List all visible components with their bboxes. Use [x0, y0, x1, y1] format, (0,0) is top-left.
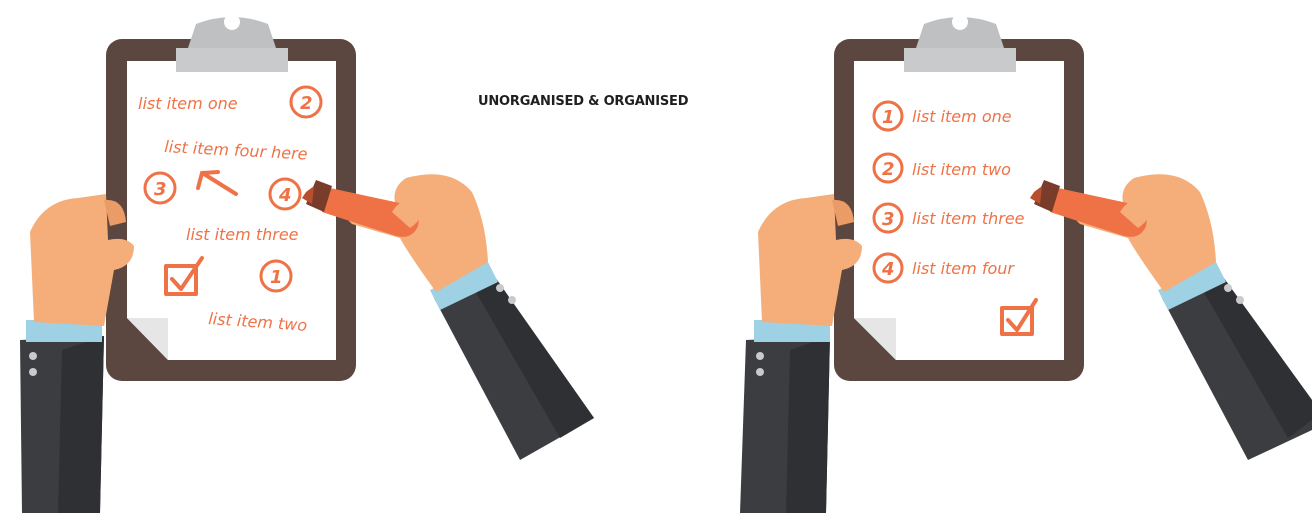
- svg-text:1: 1: [270, 267, 283, 288]
- clip-hole: [224, 14, 240, 30]
- org-item-label: list item three: [912, 209, 1025, 228]
- illustration: list item one list item four here list i…: [20, 14, 1312, 513]
- svg-text:4: 4: [278, 185, 292, 206]
- clip-base: [904, 48, 1016, 72]
- org-item-label: list item one: [912, 107, 1012, 126]
- clip-base: [176, 48, 288, 72]
- unorg-item-three: list item three: [186, 225, 299, 244]
- unorg-item-one: list item one: [138, 94, 238, 113]
- org-item-label: list item four: [912, 259, 1015, 278]
- svg-text:3: 3: [154, 179, 167, 200]
- org-number: 1: [882, 107, 895, 128]
- svg-text:2: 2: [300, 93, 313, 114]
- org-number: 3: [882, 209, 895, 230]
- org-item-label: list item two: [912, 160, 1011, 179]
- org-number: 4: [881, 259, 895, 280]
- org-number: 2: [882, 159, 895, 180]
- clip-hole: [952, 14, 968, 30]
